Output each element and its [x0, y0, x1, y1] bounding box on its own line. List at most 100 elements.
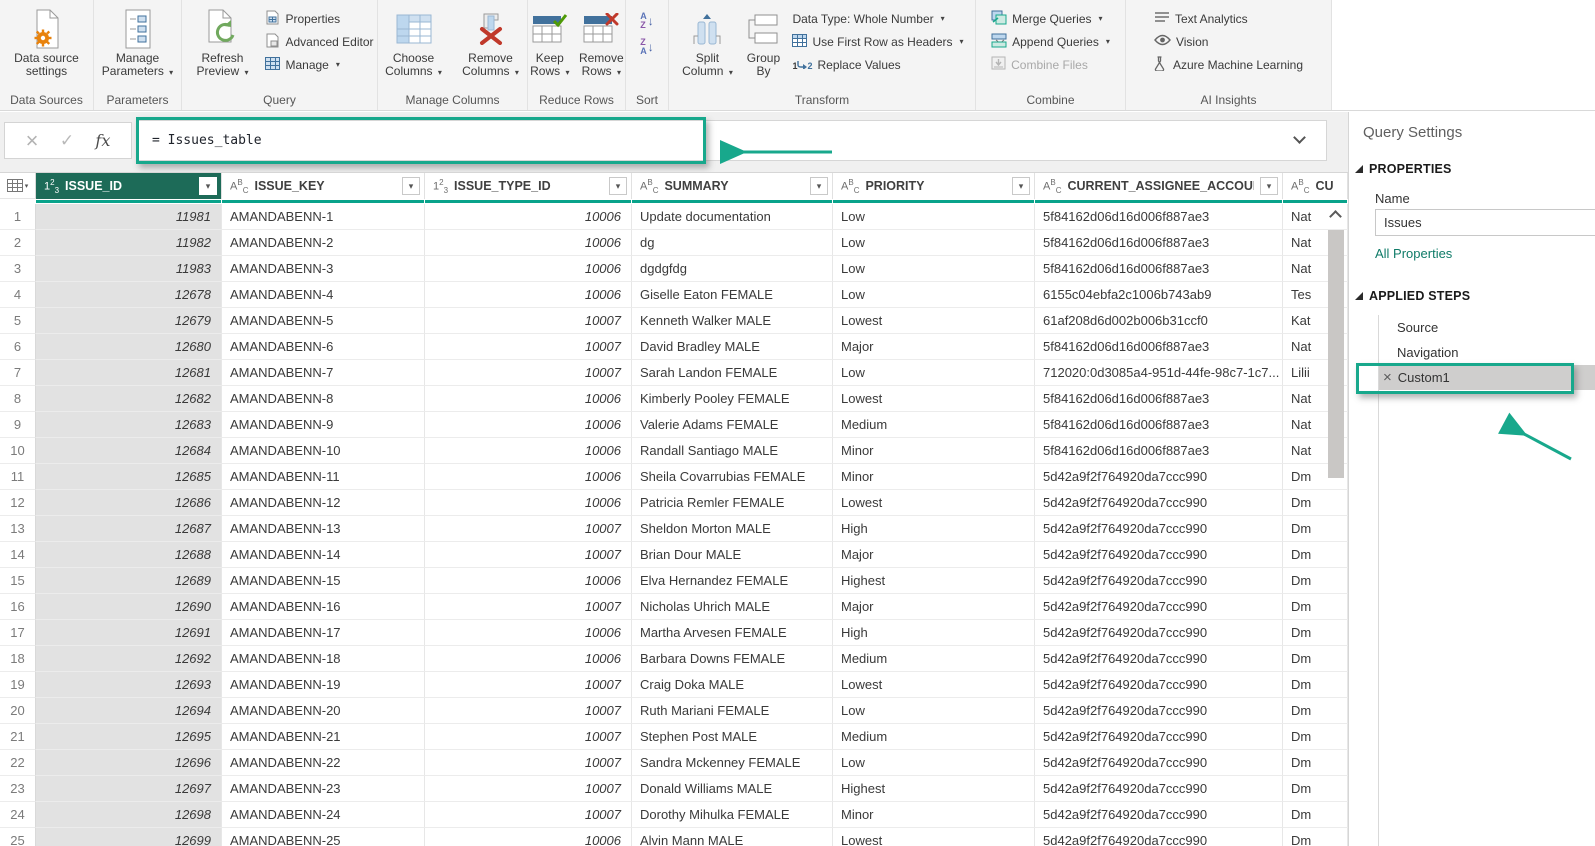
grid-cell[interactable]: Medium: [833, 646, 1035, 672]
column-filter-button[interactable]: ▾: [1012, 177, 1030, 195]
grid-cell[interactable]: Kenneth Walker MALE: [632, 308, 833, 334]
remove-rows-button[interactable]: Remove Rows ▾: [578, 6, 625, 79]
grid-cell[interactable]: Major: [833, 542, 1035, 568]
grid-cell[interactable]: 6155c04ebfa2c1006b743ab9: [1035, 282, 1283, 308]
choose-columns-button[interactable]: Choose Columns ▾: [379, 6, 449, 79]
properties-section-header[interactable]: PROPERTIES: [1355, 162, 1452, 176]
grid-cell[interactable]: 10007: [425, 724, 632, 750]
grid-cell[interactable]: Craig Doka MALE: [632, 672, 833, 698]
grid-cell[interactable]: 5d42a9f2f764920da7ccc990: [1035, 724, 1283, 750]
grid-cell[interactable]: Minor: [833, 438, 1035, 464]
sort-ascending-button[interactable]: AZ ↓: [640, 12, 654, 30]
grid-cell[interactable]: AMANDABENN-11: [222, 464, 425, 490]
grid-cell[interactable]: 5d42a9f2f764920da7ccc990: [1035, 750, 1283, 776]
grid-cell[interactable]: Lowest: [833, 386, 1035, 412]
grid-cell[interactable]: 12690: [36, 594, 222, 620]
grid-cell[interactable]: 5f84162d06d16d006f887ae3: [1035, 334, 1283, 360]
grid-cell[interactable]: AMANDABENN-5: [222, 308, 425, 334]
grid-cell[interactable]: 12693: [36, 672, 222, 698]
column-header-ISSUE_KEY[interactable]: ABCISSUE_KEY▾: [222, 173, 425, 199]
data-type-button[interactable]: Data Type: Whole Number ▾: [792, 10, 963, 27]
grid-cell[interactable]: 10006: [425, 230, 632, 256]
grid-cell[interactable]: 10006: [425, 386, 632, 412]
column-header-PRIORITY[interactable]: ABCPRIORITY▾: [833, 173, 1035, 199]
grid-cell[interactable]: 10007: [425, 594, 632, 620]
grid-cell[interactable]: 12679: [36, 308, 222, 334]
vertical-scrollbar[interactable]: [1327, 172, 1346, 846]
grid-cell[interactable]: 10006: [425, 464, 632, 490]
grid-cell[interactable]: 5d42a9f2f764920da7ccc990: [1035, 542, 1283, 568]
column-header-SUMMARY[interactable]: ABCSUMMARY▾: [632, 173, 833, 199]
group-by-button[interactable]: Group By: [740, 6, 786, 78]
grid-cell[interactable]: 5d42a9f2f764920da7ccc990: [1035, 802, 1283, 828]
grid-cell[interactable]: 10007: [425, 360, 632, 386]
grid-cell[interactable]: AMANDABENN-3: [222, 256, 425, 282]
grid-cell[interactable]: Lowest: [833, 828, 1035, 846]
grid-cell[interactable]: Minor: [833, 802, 1035, 828]
grid-cell[interactable]: Major: [833, 334, 1035, 360]
grid-cell[interactable]: AMANDABENN-8: [222, 386, 425, 412]
data-source-settings-button[interactable]: Data source settings: [5, 6, 89, 78]
grid-cell[interactable]: 12680: [36, 334, 222, 360]
column-filter-button[interactable]: ▾: [199, 177, 217, 195]
grid-cell[interactable]: 5f84162d06d16d006f887ae3: [1035, 438, 1283, 464]
grid-cell[interactable]: AMANDABENN-19: [222, 672, 425, 698]
cancel-icon[interactable]: ×: [26, 131, 39, 151]
grid-cell[interactable]: High: [833, 516, 1035, 542]
grid-cell[interactable]: AMANDABENN-22: [222, 750, 425, 776]
grid-cell[interactable]: 61af208d6d002b006b31ccf0: [1035, 308, 1283, 334]
grid-cell[interactable]: 12699: [36, 828, 222, 846]
grid-cell[interactable]: 5f84162d06d16d006f887ae3: [1035, 256, 1283, 282]
grid-cell[interactable]: 10006: [425, 256, 632, 282]
grid-cell[interactable]: 10007: [425, 672, 632, 698]
grid-cell[interactable]: 10007: [425, 334, 632, 360]
grid-cell[interactable]: 5f84162d06d16d006f887ae3: [1035, 386, 1283, 412]
grid-cell[interactable]: 12691: [36, 620, 222, 646]
grid-cell[interactable]: 12683: [36, 412, 222, 438]
grid-cell[interactable]: Martha Arvesen FEMALE: [632, 620, 833, 646]
grid-cell[interactable]: 10006: [425, 568, 632, 594]
grid-cell[interactable]: 5d42a9f2f764920da7ccc990: [1035, 646, 1283, 672]
grid-cell[interactable]: AMANDABENN-21: [222, 724, 425, 750]
applied-steps-section-header[interactable]: APPLIED STEPS: [1355, 289, 1470, 303]
grid-cell[interactable]: 10006: [425, 620, 632, 646]
grid-cell[interactable]: 12697: [36, 776, 222, 802]
grid-cell[interactable]: AMANDABENN-24: [222, 802, 425, 828]
grid-cell[interactable]: 12694: [36, 698, 222, 724]
grid-cell[interactable]: AMANDABENN-17: [222, 620, 425, 646]
grid-cell[interactable]: 5d42a9f2f764920da7ccc990: [1035, 568, 1283, 594]
grid-cell[interactable]: AMANDABENN-10: [222, 438, 425, 464]
column-filter-button[interactable]: ▾: [402, 177, 420, 195]
grid-cell[interactable]: 12689: [36, 568, 222, 594]
grid-cell[interactable]: 10007: [425, 802, 632, 828]
grid-cell[interactable]: 5d42a9f2f764920da7ccc990: [1035, 516, 1283, 542]
table-menu-button[interactable]: ▾: [0, 173, 36, 199]
grid-cell[interactable]: 712020:0d3085a4-951d-44fe-98c7-1c7...: [1035, 360, 1283, 386]
grid-cell[interactable]: 12692: [36, 646, 222, 672]
grid-cell[interactable]: AMANDABENN-6: [222, 334, 425, 360]
replace-values-button[interactable]: 12 Replace Values: [792, 56, 963, 73]
grid-cell[interactable]: AMANDABENN-14: [222, 542, 425, 568]
column-filter-button[interactable]: ▾: [1260, 177, 1278, 195]
grid-cell[interactable]: Low: [833, 256, 1035, 282]
grid-cell[interactable]: 5f84162d06d16d006f887ae3: [1035, 204, 1283, 230]
split-column-button[interactable]: Split Column ▾: [680, 6, 734, 79]
grid-cell[interactable]: 11981: [36, 204, 222, 230]
grid-cell[interactable]: Sheldon Morton MALE: [632, 516, 833, 542]
advanced-editor-button[interactable]: Advanced Editor: [265, 33, 373, 50]
column-header-CURRENT_ASSIGNEE_ACCOUN...[interactable]: ABCCURRENT_ASSIGNEE_ACCOUN...▾: [1035, 173, 1283, 199]
grid-cell[interactable]: 10007: [425, 698, 632, 724]
grid-cell[interactable]: 5f84162d06d16d006f887ae3: [1035, 230, 1283, 256]
scroll-up-icon[interactable]: [1329, 210, 1342, 223]
grid-cell[interactable]: AMANDABENN-18: [222, 646, 425, 672]
grid-cell[interactable]: 5f84162d06d16d006f887ae3: [1035, 412, 1283, 438]
grid-cell[interactable]: 12698: [36, 802, 222, 828]
merge-queries-button[interactable]: Merge Queries ▾: [991, 10, 1110, 27]
scrollbar-thumb[interactable]: [1328, 230, 1344, 478]
grid-cell[interactable]: Sheila Covarrubias FEMALE: [632, 464, 833, 490]
grid-cell[interactable]: Medium: [833, 724, 1035, 750]
grid-cell[interactable]: Nicholas Uhrich MALE: [632, 594, 833, 620]
grid-cell[interactable]: 11983: [36, 256, 222, 282]
grid-cell[interactable]: dg: [632, 230, 833, 256]
grid-cell[interactable]: Medium: [833, 412, 1035, 438]
